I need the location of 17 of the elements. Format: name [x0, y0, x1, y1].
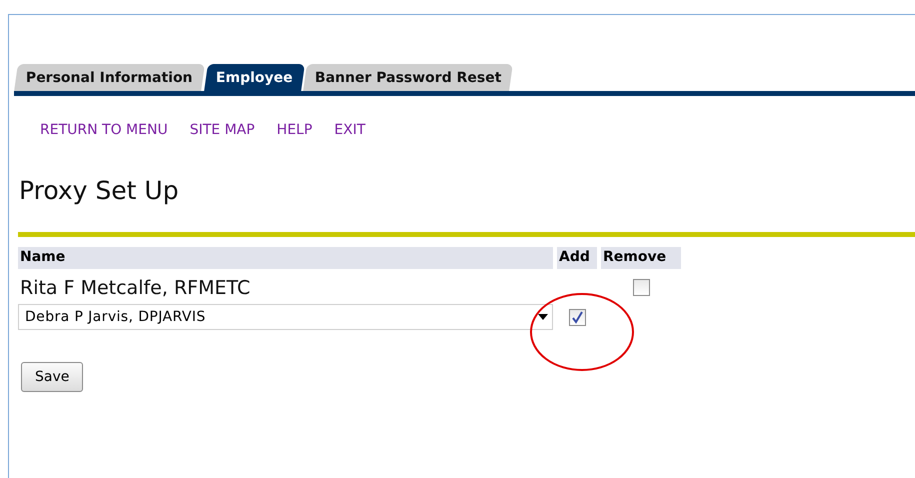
page-title: Proxy Set Up	[19, 176, 180, 205]
nav-link[interactable]: EXIT	[334, 122, 366, 138]
nav-link[interactable]: RETURN TO MENU	[40, 122, 168, 138]
column-header: Remove	[601, 247, 681, 269]
nav-link[interactable]: HELP	[276, 122, 312, 138]
tab[interactable]: Personal Information	[14, 64, 204, 91]
caret-icon	[538, 314, 548, 320]
dropdown-field[interactable]: Debra P Jarvis, DPJARVIS	[18, 304, 553, 330]
column-header: Add	[557, 247, 597, 269]
tab[interactable]: Employee	[204, 64, 304, 91]
column-header: Name	[18, 247, 553, 269]
proxy-name: Rita F Metcalfe, RFMETC	[19, 276, 252, 299]
nav-link[interactable]: SITE MAP	[190, 122, 255, 138]
tab[interactable]: Banner Password Reset	[303, 64, 514, 91]
checkbox[interactable]	[568, 309, 586, 326]
checkbox[interactable]	[632, 278, 650, 296]
save-button[interactable]: Save	[21, 362, 84, 392]
